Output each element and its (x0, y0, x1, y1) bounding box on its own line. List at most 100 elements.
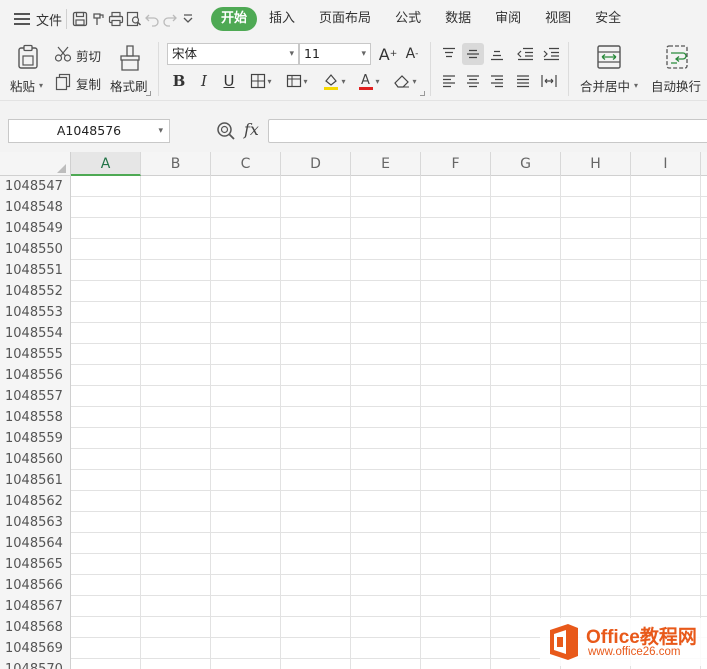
tab-security[interactable]: 安全 (583, 7, 633, 31)
tab-review[interactable]: 审阅 (483, 7, 533, 31)
row-header[interactable]: 1048569 (0, 638, 71, 659)
column-header-i[interactable]: I (631, 152, 701, 176)
table-row[interactable]: 1048566 (0, 575, 707, 596)
table-row[interactable]: 1048563 (0, 512, 707, 533)
table-row[interactable]: 1048557 (0, 386, 707, 407)
row-header[interactable]: 1048558 (0, 407, 71, 428)
row-header[interactable]: 1048547 (0, 176, 71, 197)
column-header-e[interactable]: E (351, 152, 421, 176)
align-bottom-icon[interactable] (486, 43, 508, 65)
align-middle-icon[interactable] (462, 43, 484, 65)
column-header-a[interactable]: A (71, 152, 141, 176)
row-header[interactable]: 1048563 (0, 512, 71, 533)
table-row[interactable]: 1048553 (0, 302, 707, 323)
align-center-icon[interactable] (462, 70, 484, 92)
paste-button[interactable]: 粘贴 ▾ (8, 40, 48, 96)
file-menu-button[interactable]: 文件 (0, 0, 62, 38)
row-header[interactable]: 1048566 (0, 575, 71, 596)
row-header[interactable]: 1048565 (0, 554, 71, 575)
wrap-text-button[interactable]: 自动换行 (647, 40, 707, 96)
table-row[interactable]: 1048550 (0, 239, 707, 260)
redo-icon[interactable] (161, 10, 179, 28)
column-header-d[interactable]: D (281, 152, 351, 176)
row-header[interactable]: 1048564 (0, 533, 71, 554)
font-name-select[interactable]: 宋体 ▾ (167, 43, 299, 65)
row-header[interactable]: 1048554 (0, 323, 71, 344)
table-row[interactable]: 1048558 (0, 407, 707, 428)
align-right-icon[interactable] (486, 70, 508, 92)
print-icon[interactable] (107, 10, 125, 28)
row-header[interactable]: 1048559 (0, 428, 71, 449)
clipboard-group-launcher-icon[interactable] (146, 91, 151, 96)
justify-icon[interactable] (512, 70, 534, 92)
tab-page-layout[interactable]: 页面布局 (307, 7, 383, 31)
row-header[interactable]: 1048568 (0, 617, 71, 638)
column-header-b[interactable]: B (141, 152, 211, 176)
tab-view[interactable]: 视图 (533, 7, 583, 31)
bold-button[interactable]: B (168, 70, 190, 92)
table-row[interactable]: 1048559 (0, 428, 707, 449)
column-header-f[interactable]: F (421, 152, 491, 176)
zoom-icon[interactable] (216, 121, 236, 141)
increase-indent-icon[interactable] (540, 43, 562, 65)
format-painter-button[interactable]: 格式刷 (108, 40, 154, 96)
table-row[interactable]: 1048565 (0, 554, 707, 575)
table-row[interactable]: 1048554 (0, 323, 707, 344)
row-header[interactable]: 1048552 (0, 281, 71, 302)
cell-format-button[interactable]: ▾ (282, 70, 312, 92)
table-row[interactable]: 1048561 (0, 470, 707, 491)
select-all-corner[interactable] (0, 152, 71, 176)
table-row[interactable]: 1048548 (0, 197, 707, 218)
customize-icon[interactable] (179, 10, 197, 28)
tab-home[interactable]: 开始 (211, 7, 258, 31)
name-box[interactable]: A1048576 ▾ (8, 119, 170, 143)
column-header-g[interactable]: G (491, 152, 561, 176)
save-icon[interactable] (71, 10, 89, 28)
undo-icon[interactable] (143, 10, 161, 28)
row-header[interactable]: 1048561 (0, 470, 71, 491)
row-header[interactable]: 1048549 (0, 218, 71, 239)
table-row[interactable]: 1048560 (0, 449, 707, 470)
font-color-button[interactable]: A ▾ (354, 70, 384, 92)
table-row[interactable]: 1048564 (0, 533, 707, 554)
format-painter-icon[interactable] (89, 10, 107, 28)
decrease-font-size-icon[interactable]: A- (401, 43, 423, 65)
table-row[interactable]: 1048552 (0, 281, 707, 302)
tab-formulas[interactable]: 公式 (383, 7, 433, 31)
formula-input[interactable] (268, 119, 707, 143)
distributed-align-icon[interactable] (538, 70, 560, 92)
row-header[interactable]: 1048548 (0, 197, 71, 218)
clear-format-button[interactable]: ▾ (390, 70, 420, 92)
row-header[interactable]: 1048562 (0, 491, 71, 512)
font-size-select[interactable]: 11 ▾ (299, 43, 371, 65)
row-header[interactable]: 1048570 (0, 659, 71, 669)
italic-button[interactable]: I (193, 70, 215, 92)
align-top-icon[interactable] (438, 43, 460, 65)
column-header-c[interactable]: C (211, 152, 281, 176)
table-row[interactable]: 1048562 (0, 491, 707, 512)
print-preview-icon[interactable] (125, 10, 143, 28)
copy-button[interactable]: 复制 (54, 71, 106, 93)
table-row[interactable]: 1048567 (0, 596, 707, 617)
underline-button[interactable]: U (218, 70, 240, 92)
row-header[interactable]: 1048556 (0, 365, 71, 386)
row-header[interactable]: 1048553 (0, 302, 71, 323)
fx-icon[interactable]: fx (244, 120, 259, 139)
tab-data[interactable]: 数据 (433, 7, 483, 31)
increase-font-size-icon[interactable]: A + (377, 43, 399, 65)
table-row[interactable]: 1048547 (0, 176, 707, 197)
tab-insert[interactable]: 插入 (257, 7, 307, 31)
decrease-indent-icon[interactable] (514, 43, 536, 65)
row-header[interactable]: 1048550 (0, 239, 71, 260)
fill-color-button[interactable]: ▾ (318, 70, 350, 92)
row-header[interactable]: 1048557 (0, 386, 71, 407)
merge-center-button[interactable]: 合并居中 ▾ (576, 40, 642, 96)
column-header-h[interactable]: H (561, 152, 631, 176)
table-row[interactable]: 1048556 (0, 365, 707, 386)
row-header[interactable]: 1048555 (0, 344, 71, 365)
row-header[interactable]: 1048560 (0, 449, 71, 470)
align-left-icon[interactable] (438, 70, 460, 92)
font-group-launcher-icon[interactable] (420, 91, 425, 96)
table-row[interactable]: 1048555 (0, 344, 707, 365)
table-row[interactable]: 1048551 (0, 260, 707, 281)
